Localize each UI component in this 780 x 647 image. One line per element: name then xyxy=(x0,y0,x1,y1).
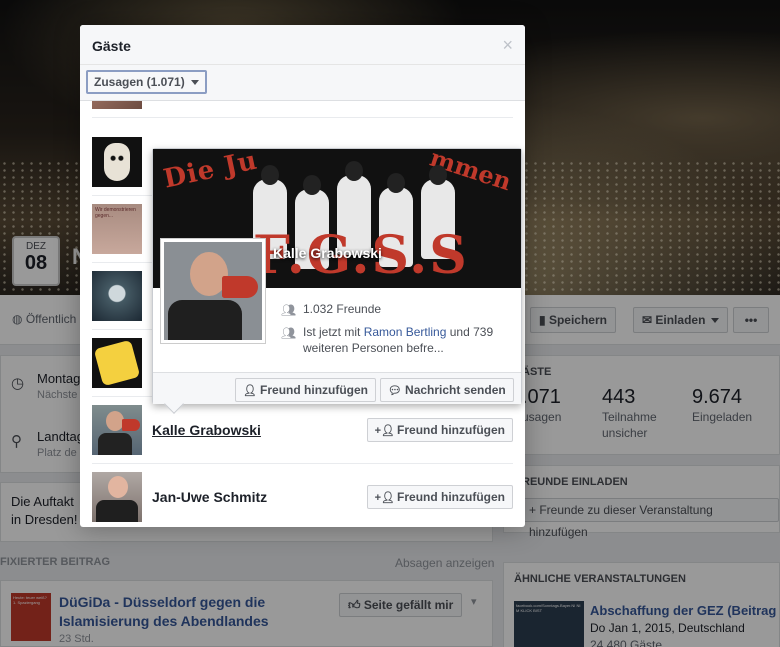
hovercard-profile-photo[interactable] xyxy=(160,238,266,344)
guest-filter-dropdown[interactable]: Zusagen (1.071) xyxy=(86,70,207,94)
add-friend-label: Freund hinzufügen xyxy=(397,423,505,437)
guest-filter-label: Zusagen (1.071) xyxy=(94,75,185,89)
avatar[interactable] xyxy=(92,405,142,455)
guest-row-kalle-grabowski: Kalle Grabowski +👤︎ Freund hinzufügen xyxy=(92,397,513,464)
cartoon-sponge-icon xyxy=(93,339,141,387)
profile-photo-image xyxy=(164,242,262,340)
dialog-header: Gäste × xyxy=(80,25,525,65)
add-friend-label: Freund hinzufügen xyxy=(397,490,505,504)
mutual-friends: 👥︎ Ist jetzt mit Ramon Bertling und 739 … xyxy=(281,324,511,356)
friend-count-text: 1.032 Freunde xyxy=(303,302,382,316)
hovercard-actions: 👤︎ Freund hinzufügen 💬︎ Nachricht senden xyxy=(153,372,521,404)
avatar[interactable]: Wir demonstrieren gegen... xyxy=(92,204,142,254)
megaphone-shape xyxy=(122,419,140,431)
shirt-shape xyxy=(96,500,138,522)
add-person-icon: 👤︎ xyxy=(243,385,261,397)
send-message-button[interactable]: 💬︎ Nachricht senden xyxy=(380,378,514,402)
mutual-prefix: Ist jetzt mit xyxy=(303,325,364,339)
cover-banner-text-left: Die Ju xyxy=(160,149,261,195)
avatar[interactable] xyxy=(92,472,142,522)
avatar[interactable] xyxy=(92,101,142,109)
guest-name-link[interactable]: Kalle Grabowski xyxy=(152,422,261,438)
add-friend-button[interactable]: +👤︎ Freund hinzufügen xyxy=(366,485,513,509)
person-photo xyxy=(108,476,128,498)
hockey-mask-icon xyxy=(104,143,130,181)
hovercard-name[interactable]: Kalle Grabowski xyxy=(273,245,382,261)
list-item xyxy=(92,101,513,118)
profile-hovercard: Die Ju mmen F.G.S.S Kalle Grabowski 👥︎ 1… xyxy=(152,148,522,414)
avatar[interactable] xyxy=(92,271,142,321)
friends-icon: 👥︎ xyxy=(281,326,297,340)
avatar[interactable] xyxy=(92,338,142,388)
shirt-shape xyxy=(168,300,242,340)
message-icon: 💬︎ xyxy=(388,385,406,397)
close-icon[interactable]: × xyxy=(502,35,513,56)
add-person-icon: +👤︎ xyxy=(374,425,396,437)
mutual-friend-link[interactable]: Ramon Bertling xyxy=(364,325,447,339)
guest-row-jan-uwe-schmitz: Jan-Uwe Schmitz +👤︎ Freund hinzufügen xyxy=(92,464,513,527)
dialog-title: Gäste xyxy=(92,38,131,54)
guest-name-link[interactable]: Jan-Uwe Schmitz xyxy=(152,489,267,505)
add-person-icon: +👤︎ xyxy=(374,492,396,504)
add-friend-button[interactable]: +👤︎ Freund hinzufügen xyxy=(366,418,513,442)
megaphone-shape xyxy=(222,276,258,298)
mutual-friends-text: Ist jetzt mit Ramon Bertling und 739 wei… xyxy=(303,324,511,356)
friend-count: 👥︎ 1.032 Freunde xyxy=(281,301,511,317)
chevron-down-icon xyxy=(190,80,199,86)
hovercard-add-friend-label: Freund hinzufügen xyxy=(260,383,369,397)
friends-icon: 👥︎ xyxy=(281,303,297,317)
guest-filter-bar: Zusagen (1.071) xyxy=(80,65,525,101)
send-message-label: Nachricht senden xyxy=(405,383,506,397)
shirt-shape xyxy=(98,433,132,455)
avatar[interactable] xyxy=(92,137,142,187)
hovercard-add-friend-button[interactable]: 👤︎ Freund hinzufügen xyxy=(235,378,377,402)
